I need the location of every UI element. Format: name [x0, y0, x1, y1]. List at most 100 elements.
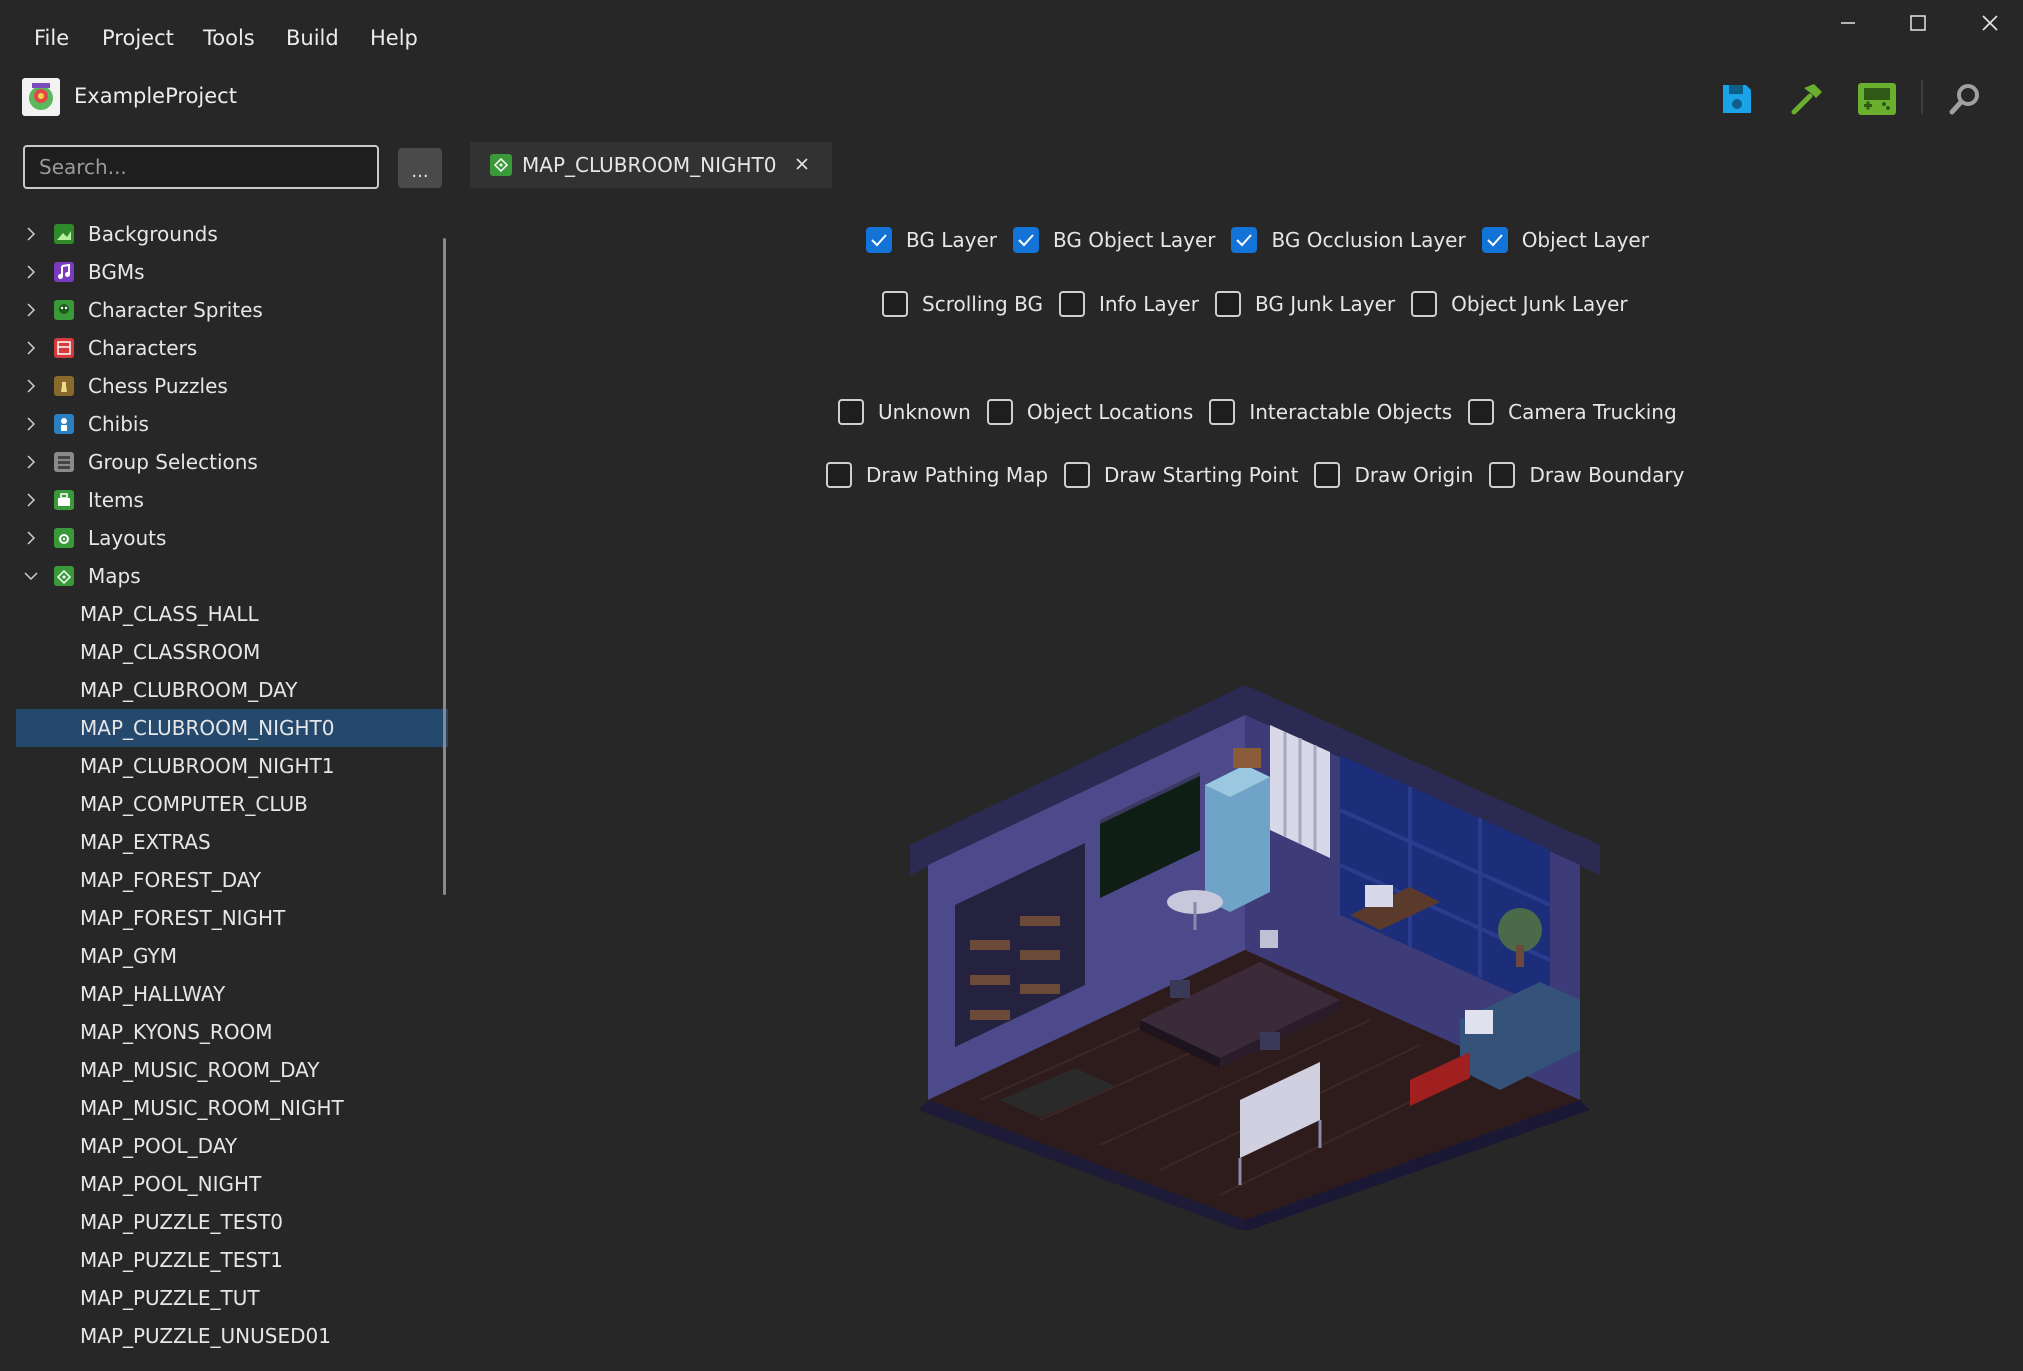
checkbox-info-layer[interactable]: Info Layer: [1058, 291, 1199, 317]
checkbox-unknown[interactable]: Unknown: [838, 399, 971, 425]
checkbox-box[interactable]: [1064, 462, 1091, 488]
tree-scrollbar[interactable]: [443, 238, 446, 895]
tree-item-map[interactable]: MAP_FOREST_DAY: [16, 861, 448, 899]
close-icon: [796, 158, 808, 170]
checkbox-draw-origin[interactable]: Draw Origin: [1314, 462, 1473, 488]
checkbox-box[interactable]: [1411, 291, 1438, 317]
minimize-button[interactable]: [1813, 0, 1883, 46]
checkbox-object-layer[interactable]: Object Layer: [1481, 227, 1649, 253]
checkbox-object-junk-layer[interactable]: Object Junk Layer: [1411, 291, 1628, 317]
tree-category-label: Chibis: [88, 412, 149, 436]
checkbox-box[interactable]: [882, 291, 908, 317]
tree-item-map[interactable]: MAP_GYM: [16, 937, 448, 975]
search-options-button[interactable]: ...: [398, 148, 442, 188]
checkbox-scrolling-bg[interactable]: Scrolling BG: [882, 291, 1043, 317]
checkbox-box[interactable]: [866, 227, 892, 253]
tree-item-map[interactable]: MAP_PUZZLE_UNUSED01: [16, 1317, 448, 1355]
chevron-right-icon[interactable]: [18, 215, 44, 253]
checkbox-interactable-objects[interactable]: Interactable Objects: [1209, 399, 1452, 425]
tree-item-map[interactable]: MAP_EXTRAS: [16, 823, 448, 861]
chevron-right-icon[interactable]: [18, 405, 44, 443]
menu-build[interactable]: Build: [286, 26, 339, 50]
tree-item-map[interactable]: MAP_MUSIC_ROOM_NIGHT: [16, 1089, 448, 1127]
tree-item-map[interactable]: MAP_PUZZLE_TEST0: [16, 1203, 448, 1241]
tree-item-map[interactable]: MAP_POOL_DAY: [16, 1127, 448, 1165]
checkbox-camera-trucking[interactable]: Camera Trucking: [1468, 399, 1677, 425]
checkbox-draw-pathing-map[interactable]: Draw Pathing Map: [826, 462, 1048, 488]
build-button[interactable]: [1786, 78, 1828, 120]
checkbox-box[interactable]: [1058, 291, 1085, 317]
tree-category-layouts[interactable]: Layouts: [16, 519, 448, 557]
save-button[interactable]: [1716, 78, 1758, 120]
tree-item-map[interactable]: MAP_CLUBROOM_DAY: [16, 671, 448, 709]
tree-item-map[interactable]: MAP_PUZZLE_TEST1: [16, 1241, 448, 1279]
tree-item-map-selected[interactable]: MAP_CLUBROOM_NIGHT0: [16, 709, 448, 747]
checkbox-label: Camera Trucking: [1508, 400, 1677, 424]
tree-item-map[interactable]: MAP_CLASSROOM: [16, 633, 448, 671]
chevron-right-icon[interactable]: [18, 291, 44, 329]
tree-item-map[interactable]: MAP_HALLWAY: [16, 975, 448, 1013]
tree-category-bgms[interactable]: BGMs: [16, 253, 448, 291]
menu-file[interactable]: File: [34, 26, 69, 50]
close-window-button[interactable]: [1955, 0, 2023, 46]
debug-toggles-row-1: Unknown Object Locations Interactable Ob…: [838, 399, 1693, 425]
tree-category-maps[interactable]: Maps: [16, 557, 448, 595]
chevron-right-icon[interactable]: [18, 367, 44, 405]
checkbox-draw-boundary[interactable]: Draw Boundary: [1489, 462, 1684, 488]
checkbox-box[interactable]: [1314, 462, 1341, 488]
tree-item-map[interactable]: MAP_CLUBROOM_NIGHT1: [16, 747, 448, 785]
checkbox-bg-object-layer[interactable]: BG Object Layer: [1013, 227, 1215, 253]
tree-item-label: MAP_CLUBROOM_DAY: [80, 678, 298, 702]
checkbox-bg-occlusion-layer[interactable]: BG Occlusion Layer: [1231, 227, 1466, 253]
checkbox-box[interactable]: [1209, 399, 1236, 425]
checkbox-box[interactable]: [1214, 291, 1241, 317]
map-preview[interactable]: [900, 680, 1620, 1230]
checkbox-draw-starting-point[interactable]: Draw Starting Point: [1064, 462, 1298, 488]
chevron-right-icon[interactable]: [18, 253, 44, 291]
tree-category-chess-puzzles[interactable]: Chess Puzzles: [16, 367, 448, 405]
chevron-right-icon[interactable]: [18, 329, 44, 367]
checkbox-box[interactable]: [1489, 462, 1516, 488]
chevron-right-icon[interactable]: [18, 443, 44, 481]
tree-category-character-sprites[interactable]: Character Sprites: [16, 291, 448, 329]
search-input[interactable]: [23, 145, 379, 189]
tree-item-map[interactable]: MAP_MUSIC_ROOM_DAY: [16, 1051, 448, 1089]
run-button[interactable]: [1856, 78, 1898, 120]
checkmark-icon: [1486, 234, 1503, 247]
checkbox-bg-layer[interactable]: BG Layer: [866, 227, 997, 253]
tab-close-button[interactable]: [790, 152, 814, 176]
tree-category-group-selections[interactable]: Group Selections: [16, 443, 448, 481]
checkbox-box[interactable]: [1013, 227, 1039, 253]
tree-item-map[interactable]: MAP_CLASS_HALL: [16, 595, 448, 633]
tab-map-clubroom-night0[interactable]: MAP_CLUBROOM_NIGHT0: [470, 142, 832, 188]
tree-category-items[interactable]: Items: [16, 481, 448, 519]
checkbox-box[interactable]: [1468, 399, 1495, 425]
tree-item-map[interactable]: MAP_KYONS_ROOM: [16, 1013, 448, 1051]
tree-item-label: MAP_COMPUTER_CLUB: [80, 792, 308, 816]
tree-item-map[interactable]: MAP_COMPUTER_CLUB: [16, 785, 448, 823]
tree-item-map[interactable]: MAP_FOREST_NIGHT: [16, 899, 448, 937]
global-search-button[interactable]: [1944, 78, 1986, 120]
chevron-right-icon[interactable]: [18, 481, 44, 519]
checkbox-box[interactable]: [838, 399, 864, 425]
tree-category-characters[interactable]: Characters: [16, 329, 448, 367]
checkbox-box[interactable]: [1481, 227, 1508, 253]
menu-help[interactable]: Help: [370, 26, 418, 50]
checkbox-box[interactable]: [826, 462, 852, 488]
tree-category-backgrounds[interactable]: Backgrounds: [16, 215, 448, 253]
checkbox-box[interactable]: [1231, 227, 1258, 253]
tree-item-map[interactable]: MAP_POOL_NIGHT: [16, 1165, 448, 1203]
menu-project[interactable]: Project: [102, 26, 174, 50]
tree-category-chibis[interactable]: Chibis: [16, 405, 448, 443]
music-note-icon: [54, 262, 74, 282]
chevron-down-icon[interactable]: [18, 557, 44, 595]
checkbox-object-locations[interactable]: Object Locations: [986, 399, 1193, 425]
checkbox-bg-junk-layer[interactable]: BG Junk Layer: [1214, 291, 1395, 317]
tree-item-map[interactable]: MAP_PUZZLE_TUT: [16, 1279, 448, 1317]
chevron-right-icon[interactable]: [18, 519, 44, 557]
maximize-button[interactable]: [1883, 0, 1953, 46]
toolbar-divider: [1921, 80, 1923, 114]
checkbox-box[interactable]: [986, 399, 1013, 425]
menu-tools[interactable]: Tools: [203, 26, 255, 50]
checkbox-label: Interactable Objects: [1249, 400, 1453, 424]
